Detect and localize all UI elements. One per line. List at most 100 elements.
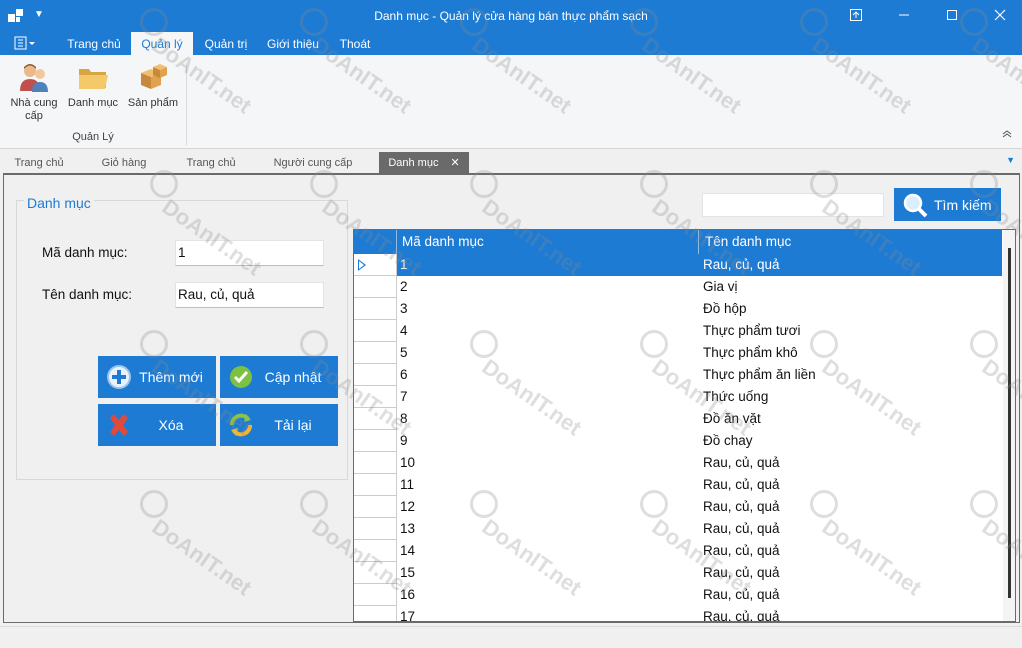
table-row[interactable]: 14 Rau, củ, quả bbox=[354, 540, 1002, 562]
cell-category-name[interactable]: Rau, củ, quả bbox=[703, 257, 780, 272]
table-row[interactable]: 11 Rau, củ, quả bbox=[354, 474, 1002, 496]
cell-category-name[interactable]: Rau, củ, quả bbox=[703, 543, 780, 558]
cell-category-id[interactable]: 16 bbox=[400, 587, 415, 602]
table-row[interactable]: 6 Thực phẩm ăn liền bbox=[354, 364, 1002, 386]
reload-button[interactable]: Tải lại bbox=[220, 404, 338, 446]
cell-category-name[interactable]: Gia vị bbox=[703, 279, 738, 294]
doc-tab-trang-chu-2[interactable]: Trang chủ bbox=[176, 152, 246, 173]
table-row[interactable]: 17 Rau, củ, quả bbox=[354, 606, 1002, 621]
row-header[interactable] bbox=[354, 298, 397, 320]
cell-category-id[interactable]: 15 bbox=[400, 565, 415, 580]
cell-category-name[interactable]: Thức uống bbox=[703, 389, 768, 404]
collapse-ribbon-icon[interactable] bbox=[1002, 129, 1012, 141]
row-header[interactable] bbox=[354, 320, 397, 342]
category-button[interactable]: Danh mục bbox=[66, 61, 120, 110]
search-input[interactable] bbox=[702, 193, 884, 217]
ribbon-tab-thoat[interactable]: Thoát bbox=[331, 32, 379, 55]
category-name-input[interactable]: Rau, củ, quả bbox=[175, 282, 324, 308]
cell-category-name[interactable]: Thực phẩm tươi bbox=[703, 323, 800, 338]
product-button[interactable]: Sản phẩm bbox=[124, 61, 182, 110]
cell-category-name[interactable]: Rau, củ, quả bbox=[703, 499, 780, 514]
minimize-button[interactable] bbox=[892, 4, 916, 26]
cell-category-id[interactable]: 3 bbox=[400, 301, 408, 316]
maximize-button[interactable] bbox=[940, 4, 964, 26]
doc-tab-danh-muc[interactable]: Danh mục ✕ bbox=[379, 152, 469, 173]
tab-list-dropdown-icon[interactable]: ▼ bbox=[1006, 155, 1015, 165]
column-header-id[interactable]: Mã danh mục bbox=[402, 234, 484, 249]
table-row[interactable]: 16 Rau, củ, quả bbox=[354, 584, 1002, 606]
ribbon-tab-quan-tri[interactable]: Quản trị bbox=[197, 32, 255, 55]
cell-category-name[interactable]: Đồ hộp bbox=[703, 301, 747, 316]
row-header[interactable] bbox=[354, 342, 397, 364]
row-header[interactable] bbox=[354, 606, 397, 621]
grid-vertical-scrollbar[interactable] bbox=[1003, 230, 1015, 621]
cell-category-name[interactable]: Đồ ăn vặt bbox=[703, 411, 761, 426]
ribbon-tab-trang-chu[interactable]: Trang chủ bbox=[58, 32, 130, 55]
cell-category-id[interactable]: 1 bbox=[400, 257, 408, 272]
ribbon-tab-gioi-thieu[interactable]: Giới thiệu bbox=[261, 32, 325, 55]
row-header[interactable] bbox=[354, 496, 397, 518]
update-button[interactable]: Cập nhật bbox=[220, 356, 338, 398]
doc-tab-nguoi-cung-cap[interactable]: Người cung cấp bbox=[264, 152, 362, 173]
column-header-name[interactable]: Tên danh mục bbox=[705, 234, 791, 249]
cell-category-id[interactable]: 13 bbox=[400, 521, 415, 536]
cell-category-id[interactable]: 4 bbox=[400, 323, 408, 338]
row-header[interactable] bbox=[354, 540, 397, 562]
column-separator[interactable] bbox=[698, 230, 699, 254]
delete-button[interactable]: Xóa bbox=[98, 404, 216, 446]
row-header[interactable] bbox=[354, 474, 397, 496]
add-button[interactable]: Thêm mới bbox=[98, 356, 216, 398]
cell-category-id[interactable]: 9 bbox=[400, 433, 408, 448]
application-menu-button[interactable] bbox=[14, 36, 40, 52]
table-row[interactable]: 2 Gia vị bbox=[354, 276, 1002, 298]
table-row[interactable]: 12 Rau, củ, quả bbox=[354, 496, 1002, 518]
cell-category-name[interactable]: Rau, củ, quả bbox=[703, 609, 780, 621]
doc-tab-gio-hang[interactable]: Giỏ hàng bbox=[90, 152, 158, 173]
cell-category-name[interactable]: Thực phẩm ăn liền bbox=[703, 367, 816, 382]
cell-category-name[interactable]: Rau, củ, quả bbox=[703, 587, 780, 602]
supplier-button[interactable]: Nhà cung cấp bbox=[6, 61, 62, 123]
row-header[interactable] bbox=[354, 452, 397, 474]
grid-corner[interactable] bbox=[354, 230, 397, 254]
row-header[interactable] bbox=[354, 254, 397, 276]
table-row[interactable]: 8 Đồ ăn vặt bbox=[354, 408, 1002, 430]
cell-category-id[interactable]: 14 bbox=[400, 543, 415, 558]
row-header[interactable] bbox=[354, 408, 397, 430]
ribbon-display-options-icon[interactable] bbox=[844, 4, 868, 26]
cell-category-id[interactable]: 11 bbox=[400, 477, 414, 492]
doc-tab-trang-chu[interactable]: Trang chủ bbox=[4, 152, 74, 173]
row-header[interactable] bbox=[354, 364, 397, 386]
row-header[interactable] bbox=[354, 518, 397, 540]
table-row[interactable]: 13 Rau, củ, quả bbox=[354, 518, 1002, 540]
cell-category-id[interactable]: 5 bbox=[400, 345, 408, 360]
row-header[interactable] bbox=[354, 584, 397, 606]
table-row[interactable]: 15 Rau, củ, quả bbox=[354, 562, 1002, 584]
cell-category-id[interactable]: 7 bbox=[400, 389, 408, 404]
table-row[interactable]: 10 Rau, củ, quả bbox=[354, 452, 1002, 474]
table-row[interactable]: 9 Đồ chay bbox=[354, 430, 1002, 452]
category-id-input[interactable]: 1 bbox=[175, 240, 324, 266]
cell-category-id[interactable]: 17 bbox=[400, 609, 415, 621]
table-row[interactable]: 5 Thực phẩm khô bbox=[354, 342, 1002, 364]
row-header[interactable] bbox=[354, 276, 397, 298]
cell-category-id[interactable]: 6 bbox=[400, 367, 408, 382]
table-row[interactable]: 7 Thức uống bbox=[354, 386, 1002, 408]
search-button[interactable]: Tìm kiếm bbox=[894, 188, 1001, 221]
cell-category-name[interactable]: Rau, củ, quả bbox=[703, 521, 780, 536]
row-header[interactable] bbox=[354, 430, 397, 452]
cell-category-id[interactable]: 12 bbox=[400, 499, 415, 514]
close-tab-icon[interactable]: ✕ bbox=[450, 157, 459, 169]
cell-category-name[interactable]: Đồ chay bbox=[703, 433, 753, 448]
cell-category-id[interactable]: 2 bbox=[400, 279, 408, 294]
cell-category-name[interactable]: Rau, củ, quả bbox=[703, 565, 780, 580]
row-header[interactable] bbox=[354, 562, 397, 584]
table-row[interactable]: 4 Thực phẩm tươi bbox=[354, 320, 1002, 342]
row-header[interactable] bbox=[354, 386, 397, 408]
cell-category-id[interactable]: 8 bbox=[400, 411, 408, 426]
cell-category-id[interactable]: 10 bbox=[400, 455, 415, 470]
cell-category-name[interactable]: Rau, củ, quả bbox=[703, 455, 780, 470]
cell-category-name[interactable]: Thực phẩm khô bbox=[703, 345, 798, 360]
close-button[interactable] bbox=[988, 4, 1012, 26]
cell-category-name[interactable]: Rau, củ, quả bbox=[703, 477, 780, 492]
scrollbar-thumb[interactable] bbox=[1008, 248, 1011, 598]
